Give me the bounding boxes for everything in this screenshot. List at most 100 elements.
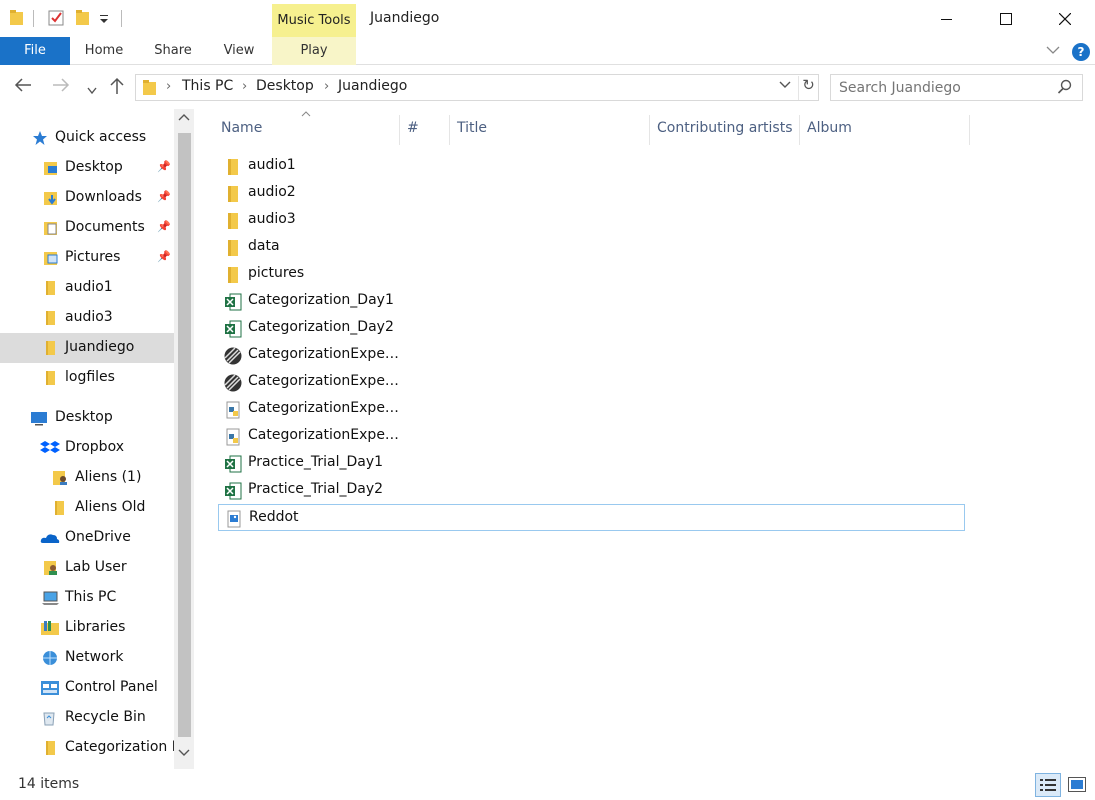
minimize-button[interactable] [918,0,976,37]
nav-this-pc[interactable]: This PC [0,583,174,613]
file-row[interactable]: CategorizationExpe… [218,342,965,369]
large-icons-view-button[interactable] [1066,773,1088,797]
breadcrumb-this-pc[interactable]: This PC [182,78,233,94]
search-icon[interactable] [1057,79,1073,95]
tab-play[interactable]: Play [272,37,356,65]
file-row[interactable]: Reddot [218,504,965,531]
tab-file[interactable]: File [0,37,70,65]
file-row[interactable]: Categorization_Day1 [218,288,965,315]
breadcrumb-separator-icon[interactable]: › [242,79,247,94]
breadcrumb-juandiego[interactable]: Juandiego [338,78,407,94]
up-button[interactable] [109,77,125,99]
column-divider[interactable] [449,115,450,145]
address-dropdown-icon[interactable] [779,79,791,93]
file-row[interactable]: CategorizationExpe… [218,423,965,450]
nav-control-panel[interactable]: Control Panel [0,673,174,703]
tab-home[interactable]: Home [76,37,132,65]
address-bar[interactable]: › This PC › Desktop › Juandiego ↻ [135,74,819,101]
nav-desktop-pinned[interactable]: Desktop 📌 [0,153,174,183]
column-contributing-artists[interactable]: Contributing artists [657,120,793,136]
breadcrumb-desktop[interactable]: Desktop [256,78,314,94]
nav-downloads[interactable]: Downloads 📌 [0,183,174,213]
file-row[interactable]: CategorizationExpe… [218,396,965,423]
nav-network[interactable]: Network [0,643,174,673]
scroll-up-icon[interactable] [178,113,190,124]
nav-dropbox[interactable]: Dropbox [0,433,174,463]
column-title[interactable]: Title [457,120,487,136]
nav-audio1[interactable]: audio1 [0,273,174,303]
network-icon [43,651,57,665]
column-name[interactable]: Name [221,120,262,136]
back-button[interactable] [14,77,32,97]
file-row[interactable]: Practice_Trial_Day1 [218,450,965,477]
file-name: Reddot [249,509,299,525]
nav-pictures[interactable]: Pictures 📌 [0,243,174,273]
nav-logfiles[interactable]: logfiles [0,363,174,393]
file-row[interactable]: data [218,234,965,261]
file-row[interactable]: audio2 [218,180,965,207]
nav-lab-user[interactable]: Lab User [0,553,174,583]
maximize-button[interactable] [977,0,1035,37]
file-row[interactable]: Categorization_Day2 [218,315,965,342]
details-view-icon [1040,779,1056,791]
ribbon-tabs: File Home Share View Play ? [0,37,1095,65]
search-box[interactable] [830,74,1083,101]
customize-dropdown-icon[interactable] [99,9,109,27]
status-bar: 14 items [0,769,1095,800]
nav-aliens-old[interactable]: Aliens Old [0,493,174,523]
pin-icon[interactable]: 📌 [157,250,171,263]
file-row[interactable]: audio1 [218,153,965,180]
nav-scrollbar-thumb[interactable] [178,133,191,737]
recent-locations-button[interactable] [87,80,97,99]
dropbox-icon [40,441,60,453]
breadcrumb-separator-icon[interactable]: › [324,79,329,94]
expand-ribbon-icon[interactable] [1046,43,1060,59]
tab-view[interactable]: View [214,37,264,65]
folder-icon[interactable] [9,9,25,27]
psychopy-icon [224,374,242,392]
column-divider[interactable] [799,115,800,145]
properties-icon[interactable] [47,9,65,27]
file-row[interactable]: audio3 [218,207,965,234]
pin-icon[interactable]: 📌 [157,220,171,233]
help-icon[interactable]: ? [1072,43,1090,61]
column-number[interactable]: # [407,120,419,136]
breadcrumb-separator-icon[interactable]: › [166,79,171,94]
forward-button[interactable] [52,77,70,97]
up-arrow-icon [110,77,124,94]
navigation-pane: Quick access Desktop 📌 Downloads 📌 Docum… [0,109,196,769]
refresh-icon[interactable]: ↻ [798,76,818,100]
search-input[interactable] [839,78,1049,98]
folder-documents-icon [44,222,57,235]
scroll-down-icon[interactable] [178,749,190,760]
tab-share[interactable]: Share [146,37,200,65]
nav-label: Pictures [65,249,121,265]
nav-libraries[interactable]: Libraries [0,613,174,643]
nav-audio3[interactable]: audio3 [0,303,174,333]
new-folder-icon[interactable] [75,9,91,27]
nav-onedrive[interactable]: OneDrive [0,523,174,553]
nav-aliens-1[interactable]: Aliens (1) [0,463,174,493]
nav-label: audio3 [65,309,113,325]
file-row[interactable]: pictures [218,261,965,288]
nav-recycle-bin[interactable]: Recycle Bin [0,703,174,733]
pin-icon[interactable]: 📌 [157,160,171,173]
title-bar: Music Tools Juandiego [0,0,1095,37]
nav-quick-access[interactable]: Quick access [0,123,174,153]
nav-juandiego[interactable]: Juandiego [0,333,174,363]
folder-icon [55,501,64,515]
sort-ascending-icon [301,109,311,120]
column-divider[interactable] [969,115,970,145]
file-row[interactable]: CategorizationExpe… [218,369,965,396]
close-button[interactable] [1036,0,1094,37]
nav-categorization[interactable]: Categorization E [0,733,181,763]
column-divider[interactable] [399,115,400,145]
details-view-button[interactable] [1035,773,1061,797]
column-divider[interactable] [649,115,650,145]
folder-icon [228,240,238,256]
pin-icon[interactable]: 📌 [157,190,171,203]
column-album[interactable]: Album [807,120,852,136]
nav-desktop[interactable]: Desktop [0,403,174,433]
file-row[interactable]: Practice_Trial_Day2 [218,477,965,504]
nav-documents[interactable]: Documents 📌 [0,213,174,243]
